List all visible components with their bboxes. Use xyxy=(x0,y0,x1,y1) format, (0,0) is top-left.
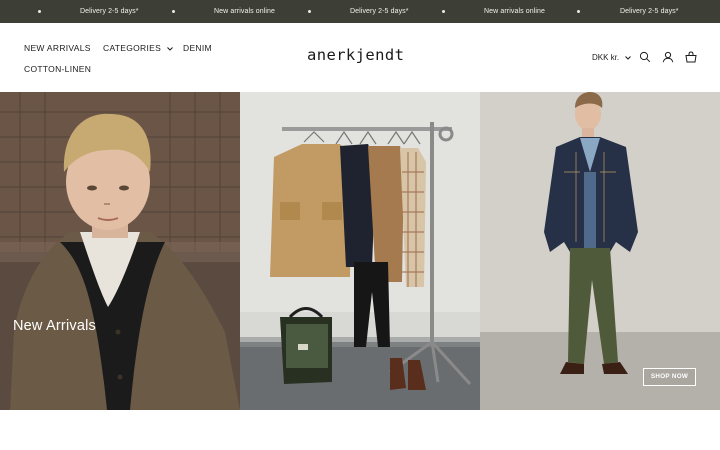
separator-dot xyxy=(38,10,41,13)
announcement-item: New arrivals online xyxy=(484,8,546,15)
hero-title[interactable]: New Arrivals xyxy=(13,318,96,334)
separator-dot xyxy=(172,10,175,13)
cart-icon[interactable] xyxy=(685,51,697,63)
search-icon[interactable] xyxy=(639,51,651,63)
nav-categories-label: CATEGORIES xyxy=(103,43,162,53)
hero-image-rack[interactable] xyxy=(240,92,480,410)
chevron-down-icon xyxy=(625,56,631,60)
account-icon[interactable] xyxy=(662,51,674,63)
hero-image-model[interactable]: SHOP NOW xyxy=(480,92,720,410)
chevron-down-icon xyxy=(167,46,173,51)
brand-logo[interactable]: anerkjendt xyxy=(307,46,404,64)
announcement-item: Delivery 2-5 days* xyxy=(620,8,679,15)
shop-now-button[interactable]: SHOP NOW xyxy=(643,368,696,386)
separator-dot xyxy=(577,10,580,13)
separator-dot xyxy=(442,10,445,13)
currency-selector[interactable]: DKK kr. xyxy=(592,53,631,62)
site-header: NEW ARRIVALS CATEGORIES DENIM COTTON-LIN… xyxy=(0,23,720,92)
separator-dot xyxy=(308,10,311,13)
hero-image-portrait[interactable]: New Arrivals xyxy=(0,92,240,410)
announcement-item: New arrivals online xyxy=(214,8,276,15)
nav-cotton-linen[interactable]: COTTON-LINEN xyxy=(24,64,91,74)
announcement-item: Delivery 2-5 days* xyxy=(80,8,139,15)
currency-label: DKK kr. xyxy=(592,53,620,62)
announcement-item: Delivery 2-5 days* xyxy=(350,8,409,15)
page-content-area xyxy=(0,410,720,450)
nav-denim[interactable]: DENIM xyxy=(183,43,212,53)
hero-banner: New Arrivals SHOP NOW xyxy=(0,92,720,410)
nav-new-arrivals[interactable]: NEW ARRIVALS xyxy=(24,43,91,53)
announcement-bar: Delivery 2-5 days* New arrivals online D… xyxy=(0,0,720,23)
nav-categories[interactable]: CATEGORIES xyxy=(103,43,173,53)
